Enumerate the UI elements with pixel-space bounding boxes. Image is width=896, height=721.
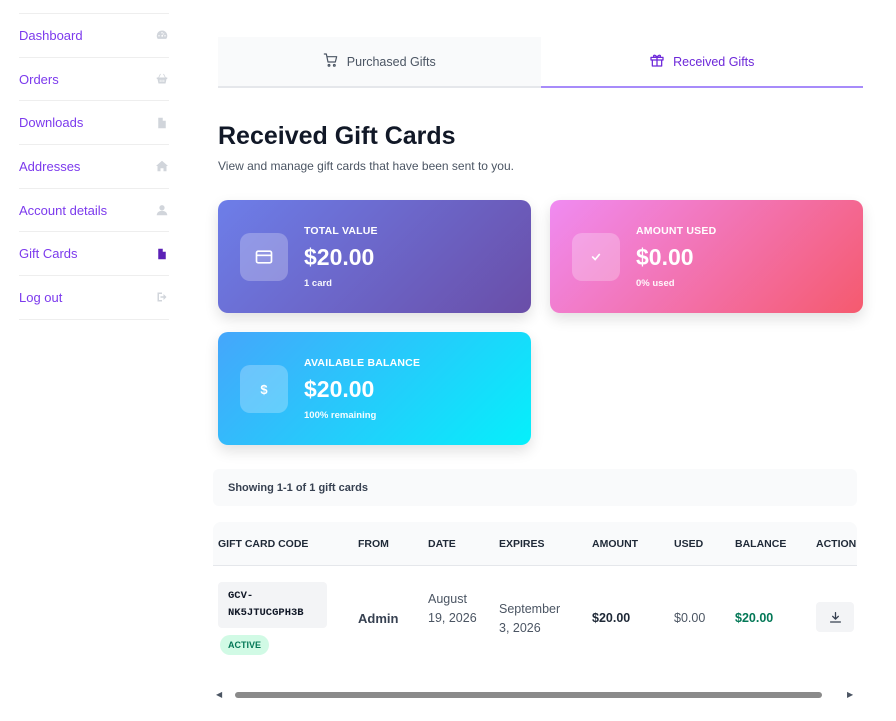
- basket-icon: [155, 72, 169, 86]
- stat-note: 0% used: [636, 278, 675, 289]
- cart-icon: [323, 52, 339, 71]
- dollar-icon: $: [240, 365, 288, 413]
- amount-used-card: AMOUNT USED $0.00 0% used: [550, 200, 863, 313]
- sidebar-item-label: Addresses: [19, 158, 81, 174]
- gift-card-code-prefix: GCV-: [228, 590, 254, 602]
- gift-card-code[interactable]: GCV- NK5JTUCGPH3B: [218, 582, 327, 628]
- column-header: DATE: [428, 538, 456, 550]
- sidebar-item-log-out[interactable]: Log out: [19, 276, 169, 320]
- table-horizontal-scrollbar[interactable]: ◀ ▶: [213, 686, 857, 702]
- stat-label: AVAILABLE BALANCE: [304, 357, 421, 369]
- column-header: BALANCE: [735, 538, 787, 550]
- from-cell: Admin: [358, 611, 399, 626]
- stat-value: $0.00: [636, 244, 694, 270]
- download-icon: [829, 611, 841, 623]
- scroll-right-arrow-icon[interactable]: ▶: [847, 690, 853, 699]
- page-subtitle: View and manage gift cards that have bee…: [218, 159, 514, 173]
- column-header: FROM: [358, 538, 389, 550]
- stat-note: 1 card: [304, 278, 332, 289]
- status-badge: ACTIVE: [220, 635, 270, 655]
- file-icon: [155, 247, 169, 261]
- column-header: GIFT CARD CODE: [218, 538, 309, 550]
- home-icon: [155, 159, 169, 173]
- column-header: USED: [674, 538, 704, 550]
- sidebar-item-orders[interactable]: Orders: [19, 58, 169, 102]
- used-cell: $0.00: [674, 611, 706, 625]
- sidebar-item-addresses[interactable]: Addresses: [19, 145, 169, 189]
- logout-icon: [155, 290, 169, 304]
- sidebar-item-label: Account details: [19, 202, 108, 218]
- scroll-thumb[interactable]: [235, 692, 822, 698]
- sidebar-item-gift-cards[interactable]: Gift Cards: [19, 232, 169, 277]
- page-title: Received Gift Cards: [218, 122, 456, 150]
- sidebar-item-downloads[interactable]: Downloads: [19, 101, 169, 146]
- sidebar-item-label: Downloads: [19, 115, 84, 131]
- date-cell: August 19, 2026: [428, 592, 477, 625]
- column-header: ACTION: [816, 538, 857, 550]
- download-button[interactable]: [816, 602, 854, 632]
- sidebar-item-label: Gift Cards: [19, 246, 78, 262]
- gift-tabs: Purchased Gifts Received Gifts: [218, 37, 863, 88]
- results-count: Showing 1-1 of 1 gift cards: [213, 469, 857, 506]
- table-row: GCV- NK5JTUCGPH3B ACTIVE Admin August 19…: [213, 566, 857, 672]
- balance-cell: $20.00: [735, 611, 774, 625]
- sidebar-item-account-details[interactable]: Account details: [19, 189, 169, 233]
- sidebar-item-label: Log out: [19, 289, 63, 305]
- dashboard-icon: [155, 28, 169, 42]
- user-icon: [155, 203, 169, 217]
- stat-note: 100% remaining: [304, 410, 377, 421]
- gift-cards-table: GIFT CARD CODE FROM DATE EXPIRES AMOUNT …: [213, 522, 857, 672]
- sidebar-item-dashboard[interactable]: Dashboard: [19, 14, 169, 58]
- gift-icon: [649, 52, 665, 71]
- table-header: GIFT CARD CODE FROM DATE EXPIRES AMOUNT …: [213, 522, 857, 566]
- expires-cell: September 3, 2026: [499, 602, 561, 635]
- tab-purchased-gifts[interactable]: Purchased Gifts: [218, 37, 541, 88]
- gift-card-code-body: NK5JTUCGPH3B: [228, 607, 304, 619]
- tab-received-gifts[interactable]: Received Gifts: [540, 37, 863, 88]
- file-icon: [155, 116, 169, 130]
- available-balance-card: $ AVAILABLE BALANCE $20.00 100% remainin…: [218, 332, 531, 445]
- amount-cell: $20.00: [592, 611, 631, 625]
- credit-card-icon: [240, 233, 288, 281]
- stat-value: $20.00: [304, 376, 375, 402]
- stat-value: $20.00: [304, 244, 375, 270]
- tab-label: Received Gifts: [673, 54, 755, 69]
- scroll-left-arrow-icon[interactable]: ◀: [216, 690, 222, 699]
- check-icon: [572, 233, 620, 281]
- stat-label: TOTAL VALUE: [304, 225, 378, 237]
- sidebar-item-label: Orders: [19, 71, 59, 87]
- column-header: EXPIRES: [499, 538, 545, 550]
- total-value-card: TOTAL VALUE $20.00 1 card: [218, 200, 531, 313]
- stat-label: AMOUNT USED: [636, 225, 717, 237]
- column-header: AMOUNT: [592, 538, 639, 550]
- tab-label: Purchased Gifts: [346, 54, 436, 69]
- account-sidebar: Dashboard Orders Downloads Addresses Acc…: [19, 13, 169, 320]
- sidebar-item-label: Dashboard: [19, 27, 83, 43]
